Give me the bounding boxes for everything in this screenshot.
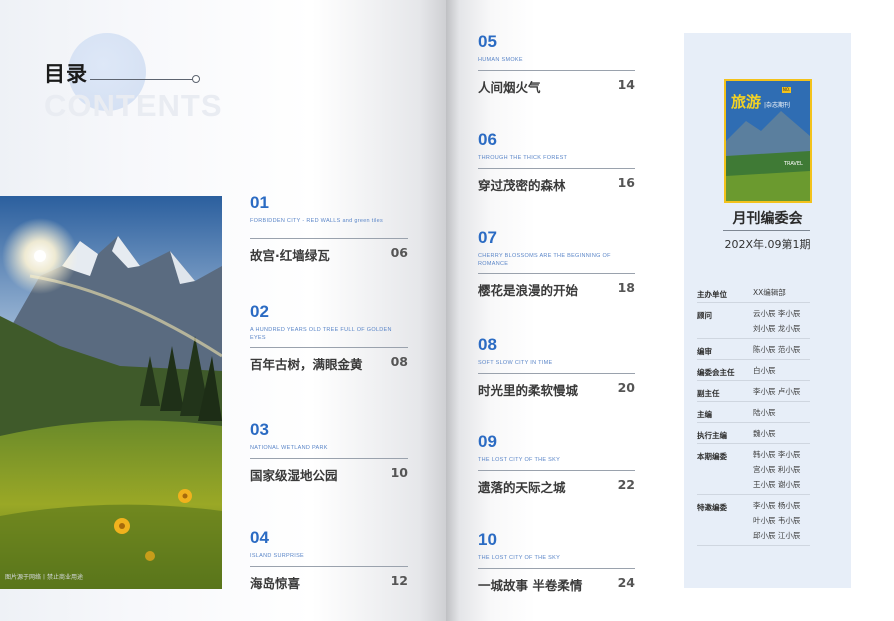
- entry-rule: [478, 70, 635, 71]
- entry-subtitle: SOFT SLOW CITY IN TIME: [478, 360, 553, 366]
- entry-title[interactable]: 国家级湿地公园: [250, 465, 338, 484]
- masthead-value: 云小辰 李小辰: [753, 309, 801, 318]
- masthead-value: 陈小辰 范小辰: [753, 345, 801, 354]
- entry-number: 02: [250, 302, 269, 321]
- masthead-value: 白小辰: [753, 366, 776, 375]
- entry-page-number: 08: [390, 354, 408, 369]
- entry-title[interactable]: 一城故事 半卷柔情: [478, 575, 582, 594]
- entry-title[interactable]: 穿过茂密的森林: [478, 175, 566, 194]
- masthead-label: 主编: [697, 410, 712, 419]
- page-title: 目录: [44, 62, 88, 86]
- entry-rule: [478, 470, 635, 471]
- title-dot: [192, 75, 200, 83]
- entry-number: 03: [250, 420, 269, 439]
- masthead-value: 王小辰 谢小辰: [753, 480, 801, 489]
- entry-page-number: 18: [617, 280, 635, 295]
- entry-number: 07: [478, 228, 497, 247]
- masthead-label: 编委会主任: [697, 368, 735, 377]
- masthead-value: 李小辰 杨小辰: [753, 501, 801, 510]
- masthead-rule: [697, 380, 810, 381]
- entry-title[interactable]: 樱花是浪漫的开始: [478, 280, 578, 299]
- cover-subtitle: |杂志期刊: [764, 102, 791, 109]
- masthead-rule: [697, 443, 810, 444]
- masthead-value: 韩小辰 李小辰: [753, 450, 801, 459]
- entry-subtitle: FORBIDDEN CITY - RED WALLS and green til…: [250, 218, 384, 224]
- entry-number: 10: [478, 530, 497, 549]
- entry-title[interactable]: 人间烟火气: [478, 77, 541, 96]
- entry-number: 04: [250, 528, 269, 547]
- masthead-label: 执行主编: [697, 431, 727, 440]
- entry-rule: [478, 568, 635, 569]
- entry-subtitle: NATIONAL WETLAND PARK: [250, 445, 328, 451]
- landscape-photo: [0, 196, 222, 589]
- entry-number: 08: [478, 335, 497, 354]
- entry-rule: [250, 347, 408, 348]
- cover-title: 旅游: [731, 93, 762, 111]
- masthead-value: 叶小辰 韦小辰: [753, 516, 801, 525]
- magazine-cover[interactable]: 旅游 |杂志期刊 NO. TRAVEL: [724, 79, 812, 203]
- cover-tag: NO.: [782, 87, 791, 93]
- committee-heading: 月刊编委会: [732, 211, 803, 227]
- entry-title[interactable]: 时光里的柔软慢城: [478, 380, 578, 399]
- masthead-value: 刘小辰 龙小辰: [753, 324, 801, 333]
- masthead-label: 主办单位: [697, 290, 727, 299]
- entry-number: 09: [478, 432, 497, 451]
- entry-subtitle: THE LOST CITY OF THE SKY: [478, 555, 561, 561]
- cover-travel: TRAVEL: [784, 161, 803, 167]
- entry-page-number: 12: [390, 573, 408, 588]
- entry-title[interactable]: 故宫·红墙绿瓦: [250, 245, 330, 264]
- entry-subtitle: THROUGH THE THICK FOREST: [478, 155, 568, 161]
- entry-page-number: 10: [390, 465, 408, 480]
- entry-rule: [250, 566, 408, 567]
- masthead-label: 特邀编委: [697, 503, 727, 512]
- masthead-rule: [697, 338, 810, 339]
- entry-page-number: 06: [390, 245, 408, 260]
- entry-rule: [478, 373, 635, 374]
- masthead-value: 李小辰 卢小辰: [753, 387, 801, 396]
- masthead-rule: [697, 545, 810, 546]
- entry-subtitle: A HUNDRED YEARS OLD TREE FULL OF GOLDEN …: [250, 327, 392, 341]
- committee-rule: [723, 230, 810, 231]
- masthead-label: 顾问: [697, 311, 712, 320]
- masthead-value: XX编辑部: [753, 288, 786, 297]
- entry-title[interactable]: 海岛惊喜: [250, 573, 300, 592]
- masthead-rule: [697, 302, 810, 303]
- entry-number: 05: [478, 32, 497, 51]
- masthead-label: 本期编委: [697, 452, 727, 461]
- masthead-value: 魏小辰: [753, 429, 776, 438]
- entry-title[interactable]: 百年古树，满眼金黄: [250, 354, 363, 373]
- photo-credit: 图片源于网络丨禁止商业用途: [5, 574, 84, 581]
- entry-page-number: 20: [617, 380, 635, 395]
- masthead-label: 副主任: [697, 389, 720, 398]
- entry-title[interactable]: 遗落的天际之城: [478, 477, 566, 496]
- masthead-rule: [697, 494, 810, 495]
- masthead-rule: [697, 401, 810, 402]
- entry-number: 01: [250, 193, 269, 212]
- entry-page-number: 24: [617, 575, 635, 590]
- entry-subtitle: CHERRY BLOSSOMS ARE THE BEGINNING OF ROM…: [478, 253, 611, 267]
- title-rule: [90, 79, 193, 80]
- masthead-label: 编审: [697, 347, 712, 356]
- entry-subtitle: THE LOST CITY OF THE SKY: [478, 457, 561, 463]
- masthead-value: 宫小辰 利小辰: [753, 465, 801, 474]
- entry-page-number: 14: [617, 77, 635, 92]
- entry-rule: [478, 168, 635, 169]
- entry-page-number: 22: [617, 477, 635, 492]
- page-title-en: CONTENTS: [44, 88, 223, 123]
- entry-number: 06: [478, 130, 497, 149]
- entry-rule: [250, 238, 408, 239]
- entry-page-number: 16: [617, 175, 635, 190]
- masthead-rule: [697, 422, 810, 423]
- entry-rule: [478, 273, 635, 274]
- entry-subtitle: ISLAND SURPRISE: [250, 553, 305, 559]
- entry-subtitle: HUMAN SMOKE: [478, 57, 523, 63]
- masthead-rule: [697, 359, 810, 360]
- entry-rule: [250, 458, 408, 459]
- masthead-value: 邱小辰 江小辰: [753, 531, 801, 540]
- issue-label: 202X年.09第1期: [724, 238, 811, 251]
- masthead-value: 陆小辰: [753, 408, 776, 417]
